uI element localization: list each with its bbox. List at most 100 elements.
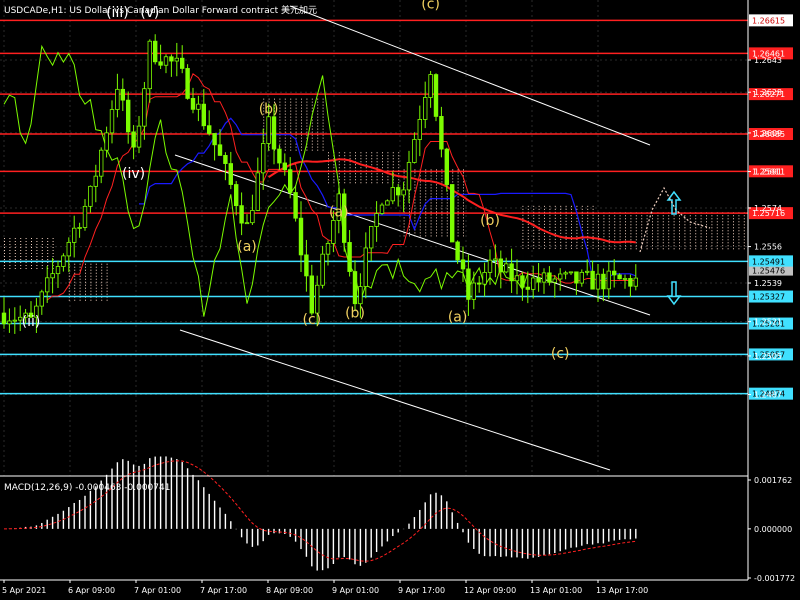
cloud-dot bbox=[425, 235, 427, 237]
cloud-dot bbox=[457, 175, 459, 177]
cloud-dot bbox=[317, 98, 319, 100]
cloud-dot bbox=[101, 281, 103, 283]
cloud-dot bbox=[322, 119, 324, 121]
candle-body bbox=[563, 272, 568, 275]
cloud-dot bbox=[398, 167, 400, 169]
candle-body bbox=[126, 99, 131, 133]
cloud-dot bbox=[106, 272, 108, 274]
cloud-dot bbox=[700, 215, 702, 217]
cloud-dot bbox=[457, 181, 459, 183]
price-chart[interactable]: (iii) (v)(iv)(ii)(b)(a)(a)(c) (b)(c)(a)(b)… bbox=[0, 0, 800, 600]
cloud-dot bbox=[392, 158, 394, 160]
cloud-dot bbox=[463, 208, 464, 210]
cloud-dot bbox=[668, 248, 670, 250]
candle-body bbox=[82, 205, 88, 228]
cloud-dot bbox=[36, 256, 38, 257]
cloud-dot bbox=[317, 140, 319, 142]
cloud-dot bbox=[279, 125, 281, 127]
cloud-dot bbox=[684, 227, 686, 229]
cloud-dot bbox=[689, 242, 691, 244]
cloud-dot bbox=[95, 272, 97, 274]
cloud-dot bbox=[279, 101, 281, 103]
cloud-dot bbox=[598, 227, 599, 229]
cloud-dot bbox=[527, 235, 529, 237]
cloud-dot bbox=[668, 239, 670, 241]
cloud-dot bbox=[68, 278, 70, 280]
cloud-dot bbox=[317, 113, 319, 115]
cloud-dot bbox=[684, 239, 686, 241]
cloud-dot bbox=[446, 214, 448, 216]
cloud-dot bbox=[371, 164, 373, 166]
cloud-dot bbox=[106, 266, 108, 268]
cloud-dot bbox=[441, 193, 443, 195]
cloud-dot bbox=[522, 247, 524, 249]
cloud-dot bbox=[592, 241, 594, 243]
cloud-dot bbox=[463, 220, 464, 222]
cloud-dot bbox=[641, 218, 643, 220]
cloud-dot bbox=[576, 223, 578, 225]
level-badge-label: 1.25491 bbox=[752, 257, 785, 266]
cloud-dot bbox=[679, 224, 680, 226]
cloud-dot bbox=[52, 241, 54, 242]
cloud-dot bbox=[365, 179, 367, 181]
cloud-dot bbox=[598, 236, 599, 238]
cloud-dot bbox=[625, 230, 626, 232]
cloud-dot bbox=[549, 220, 551, 222]
cloud-dot bbox=[463, 211, 464, 213]
cloud-dot bbox=[414, 217, 416, 219]
cloud-dot bbox=[14, 241, 16, 242]
cloud-dot bbox=[74, 284, 76, 286]
cloud-dot bbox=[743, 245, 745, 247]
cloud-dot bbox=[47, 244, 49, 245]
cloud-dot bbox=[608, 215, 610, 217]
cloud-dot bbox=[14, 253, 16, 254]
cloud-dot bbox=[635, 215, 637, 217]
cloud-dot bbox=[646, 242, 648, 244]
cloud-dot bbox=[344, 182, 346, 184]
cloud-dot bbox=[290, 113, 292, 115]
cloud-dot bbox=[598, 221, 599, 223]
cloud-dot bbox=[333, 173, 335, 175]
cloud-dot bbox=[317, 128, 319, 130]
cloud-dot bbox=[587, 226, 589, 228]
cloud-dot bbox=[711, 215, 713, 217]
cloud-dot bbox=[571, 214, 572, 216]
cloud-dot bbox=[743, 215, 745, 217]
cloud-dot bbox=[425, 226, 427, 228]
cloud-dot bbox=[463, 184, 464, 186]
cloud-dot bbox=[662, 233, 664, 235]
cloud-dot bbox=[549, 214, 551, 216]
cloud-dot bbox=[463, 181, 464, 183]
cloud-dot bbox=[554, 208, 556, 210]
candle-body bbox=[255, 172, 260, 211]
cloud-dot bbox=[290, 125, 292, 127]
cloud-dot bbox=[635, 221, 637, 223]
cloud-dot bbox=[392, 152, 394, 154]
cloud-dot bbox=[652, 218, 653, 220]
cloud-dot bbox=[457, 217, 459, 219]
cloud-dot bbox=[79, 278, 81, 280]
cloud-dot bbox=[446, 205, 448, 207]
cloud-dot bbox=[52, 244, 54, 245]
cloud-dot bbox=[74, 293, 76, 295]
cloud-dot bbox=[630, 230, 632, 232]
cloud-dot bbox=[446, 193, 448, 195]
cloud-dot bbox=[376, 179, 378, 181]
cloud-dot bbox=[79, 299, 81, 301]
cloud-dot bbox=[328, 158, 329, 160]
cloud-dot bbox=[463, 190, 464, 192]
cloud-dot bbox=[625, 248, 626, 250]
cloud-dot bbox=[355, 152, 356, 154]
candle-body bbox=[595, 273, 601, 290]
cloud-dot bbox=[565, 247, 567, 249]
cloud-dot bbox=[733, 218, 734, 220]
cloud-dot bbox=[522, 223, 524, 225]
cloud-dot bbox=[587, 205, 589, 207]
cloud-dot bbox=[284, 146, 286, 148]
cloud-dot bbox=[571, 229, 572, 231]
cloud-dot bbox=[743, 227, 745, 229]
cloud-dot bbox=[727, 215, 729, 217]
cloud-dot bbox=[544, 247, 545, 249]
cloud-dot bbox=[263, 119, 265, 121]
cloud-dot bbox=[441, 223, 443, 225]
